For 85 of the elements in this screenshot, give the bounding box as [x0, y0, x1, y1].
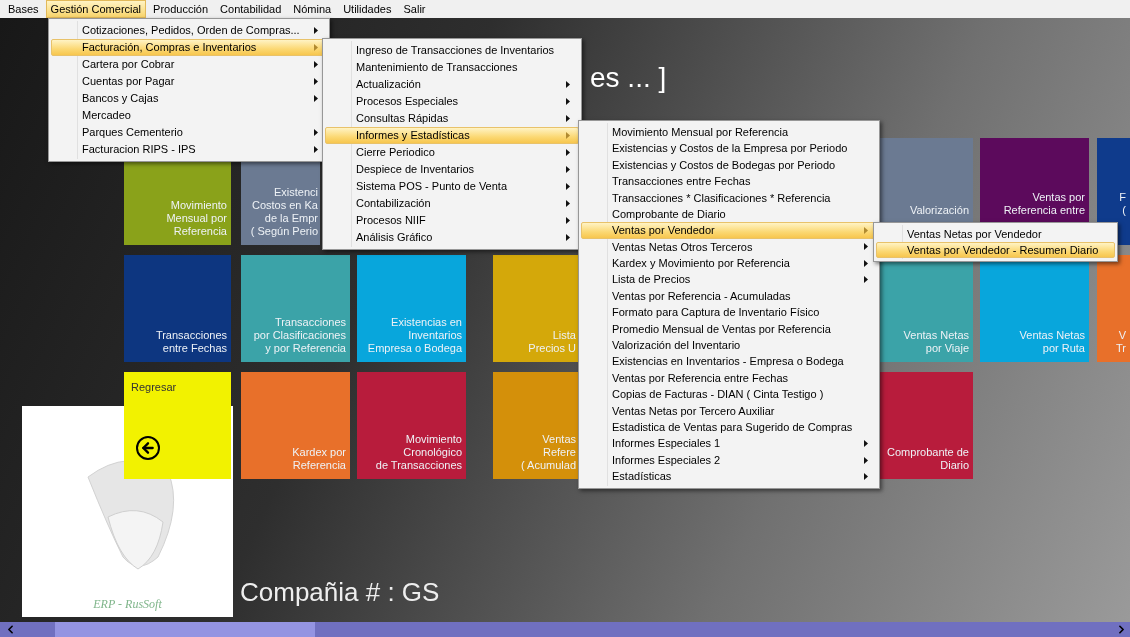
menu-item[interactable]: Informes Especiales 2 — [581, 451, 877, 469]
scroll-thumb[interactable] — [55, 622, 315, 637]
tile-label: Existenci Costos en Ka de la Empr ( Según Perio — [250, 186, 318, 238]
menu-item[interactable]: Copias de Facturas - DIAN ( Cinta Testigo ) — [581, 386, 877, 403]
tile-label: Valorización — [909, 204, 969, 217]
tile-label: Kardex por Referencia — [292, 446, 346, 472]
tile-label: Existencias en Inventarios Empresa o Bodega — [367, 316, 462, 355]
menu-item[interactable]: Comprobante de Diario — [581, 205, 877, 223]
submenu-arrow-icon — [314, 61, 318, 68]
menu-item[interactable]: Mantenimiento de Transacciones — [325, 59, 579, 76]
submenu-arrow-icon — [314, 129, 318, 136]
tile-label: Ventas por Referencia entre — [1003, 191, 1085, 217]
menu-item[interactable]: Existencias y Costos de Bodegas por Periodo — [581, 156, 877, 174]
tile-label: Transacciones entre Fechas — [155, 329, 227, 355]
submenu-arrow-icon — [566, 115, 570, 122]
menu-item[interactable]: Cierre Periodico — [325, 144, 579, 161]
menu-bar-item[interactable]: Producción — [148, 0, 214, 18]
menu-item[interactable]: Consultas Rápidas — [325, 110, 579, 127]
menu-bar-item[interactable]: Salir — [398, 0, 431, 18]
tile-label: Movimiento Mensual por Referencia — [166, 199, 227, 238]
submenu-arrow-icon — [566, 98, 570, 105]
menu-bar-item[interactable]: Contabilidad — [215, 0, 287, 18]
menu-item[interactable]: Kardex y Movimiento por Referencia — [581, 255, 877, 272]
company-label: Compañia # : GS — [240, 577, 440, 607]
menu-item[interactable]: Procesos Especiales — [325, 93, 579, 110]
submenu-arrow-icon — [566, 166, 570, 173]
menu-item[interactable]: Contabilización — [325, 195, 579, 212]
submenu-arrow-icon — [314, 78, 318, 85]
submenu-arrow-icon — [314, 44, 318, 51]
menu-item[interactable]: Existencias en Inventarios - Empresa o Bodega — [581, 353, 877, 370]
tile-label: Ventas Refere ( Acumulad — [520, 433, 576, 472]
menu-item[interactable]: Ingreso de Transacciones de Inventarios — [325, 42, 579, 59]
submenu-arrow-icon — [566, 234, 570, 241]
submenu-arrow-icon — [566, 149, 570, 156]
tile-label: F ( — [1119, 191, 1126, 217]
menu-tile[interactable]: Transacciones entre Fechas — [124, 255, 231, 362]
menu-item[interactable]: Lista de Precios — [581, 271, 877, 288]
menu-item[interactable]: Promedio Mensual de Ventas por Referencia — [581, 320, 877, 338]
menu-item[interactable]: Actualización — [325, 76, 579, 93]
menu-bar-item[interactable]: Utilidades — [338, 0, 397, 18]
menu-tile[interactable]: Comprobante de Diario — [880, 372, 973, 479]
menu-item[interactable]: Ventas por Referencia - Acumuladas — [581, 287, 877, 305]
submenu-arrow-icon — [864, 276, 868, 284]
menu-item[interactable]: Despiece de Inventarios — [325, 161, 579, 178]
menu-bar-item[interactable]: Bases — [3, 0, 44, 18]
menu-item[interactable]: Valorización del Inventario — [581, 337, 877, 354]
screen-title: es ... ] — [590, 64, 667, 92]
menu-item[interactable]: Análisis Gráfico — [325, 229, 579, 246]
submenu-arrow-icon — [314, 146, 318, 153]
menu-bar-item[interactable]: Gestión Comercial — [45, 0, 147, 18]
submenu-arrow-icon — [314, 95, 318, 102]
submenu-arrow-icon — [566, 132, 570, 139]
logo-caption: ERP - RusSoft — [93, 596, 162, 613]
menu-item[interactable]: Movimiento Mensual por Referencia — [581, 124, 877, 141]
menu-item[interactable]: Existencias y Costos de la Empresa por Periodo — [581, 140, 877, 157]
menu-item[interactable]: Estadísticas — [581, 468, 877, 485]
menu-item[interactable]: Ventas Netas Otros Terceros — [581, 238, 877, 256]
tile-label: Movimiento Cronológico de Transacciones — [375, 433, 462, 472]
menu-item[interactable]: Estadistica de Ventas para Sugerido de Compras — [581, 419, 877, 436]
tile-label: Regresar — [131, 380, 178, 395]
menu-bar-item[interactable]: Nómina — [288, 0, 337, 18]
tile-label: Comprobante de Diario — [887, 446, 969, 472]
tile-label: Ventas Netas por Viaje — [903, 329, 969, 355]
back-tile[interactable]: Regresar — [124, 372, 231, 479]
menu-item[interactable]: Informes Especiales 1 — [581, 435, 877, 452]
menu-item[interactable]: Transacciones entre Fechas — [581, 173, 877, 190]
submenu-arrow-icon — [566, 217, 570, 224]
menu-item[interactable]: Sistema POS - Punto de Venta — [325, 178, 579, 195]
menu-item[interactable]: Transacciones * Clasificaciones * Referencia — [581, 189, 877, 206]
menu-item[interactable]: Ventas Netas por Tercero Auxiliar — [581, 402, 877, 420]
submenu-arrow-icon — [566, 200, 570, 207]
submenu-arrow-icon — [566, 81, 570, 88]
menu-item[interactable]: Ventas por Referencia entre Fechas — [581, 369, 877, 387]
menu-tile[interactable]: Movimiento Cronológico de Transacciones — [357, 372, 466, 479]
submenu-arrow-icon — [314, 27, 318, 34]
menu-item[interactable]: Ventas por Vendedor - Resumen Diario — [876, 242, 1115, 258]
menu-item[interactable]: Informes y Estadísticas — [325, 127, 579, 144]
tile-label: Ventas Netas por Ruta — [1019, 329, 1085, 355]
menu-item[interactable]: Cotizaciones, Pedidos, Orden de Compras... — [51, 22, 327, 39]
tile-label: Transacciones por Clasificaciones y por Referencia — [253, 316, 346, 355]
submenu-arrow-icon — [566, 183, 570, 190]
menu-item[interactable]: Formato para Captura de Inventario Físico — [581, 304, 877, 321]
tile-label: V Tr — [1116, 329, 1126, 355]
menu-item[interactable]: Procesos NIIF — [325, 212, 579, 229]
tile-label: Lista Precios U — [528, 329, 576, 355]
